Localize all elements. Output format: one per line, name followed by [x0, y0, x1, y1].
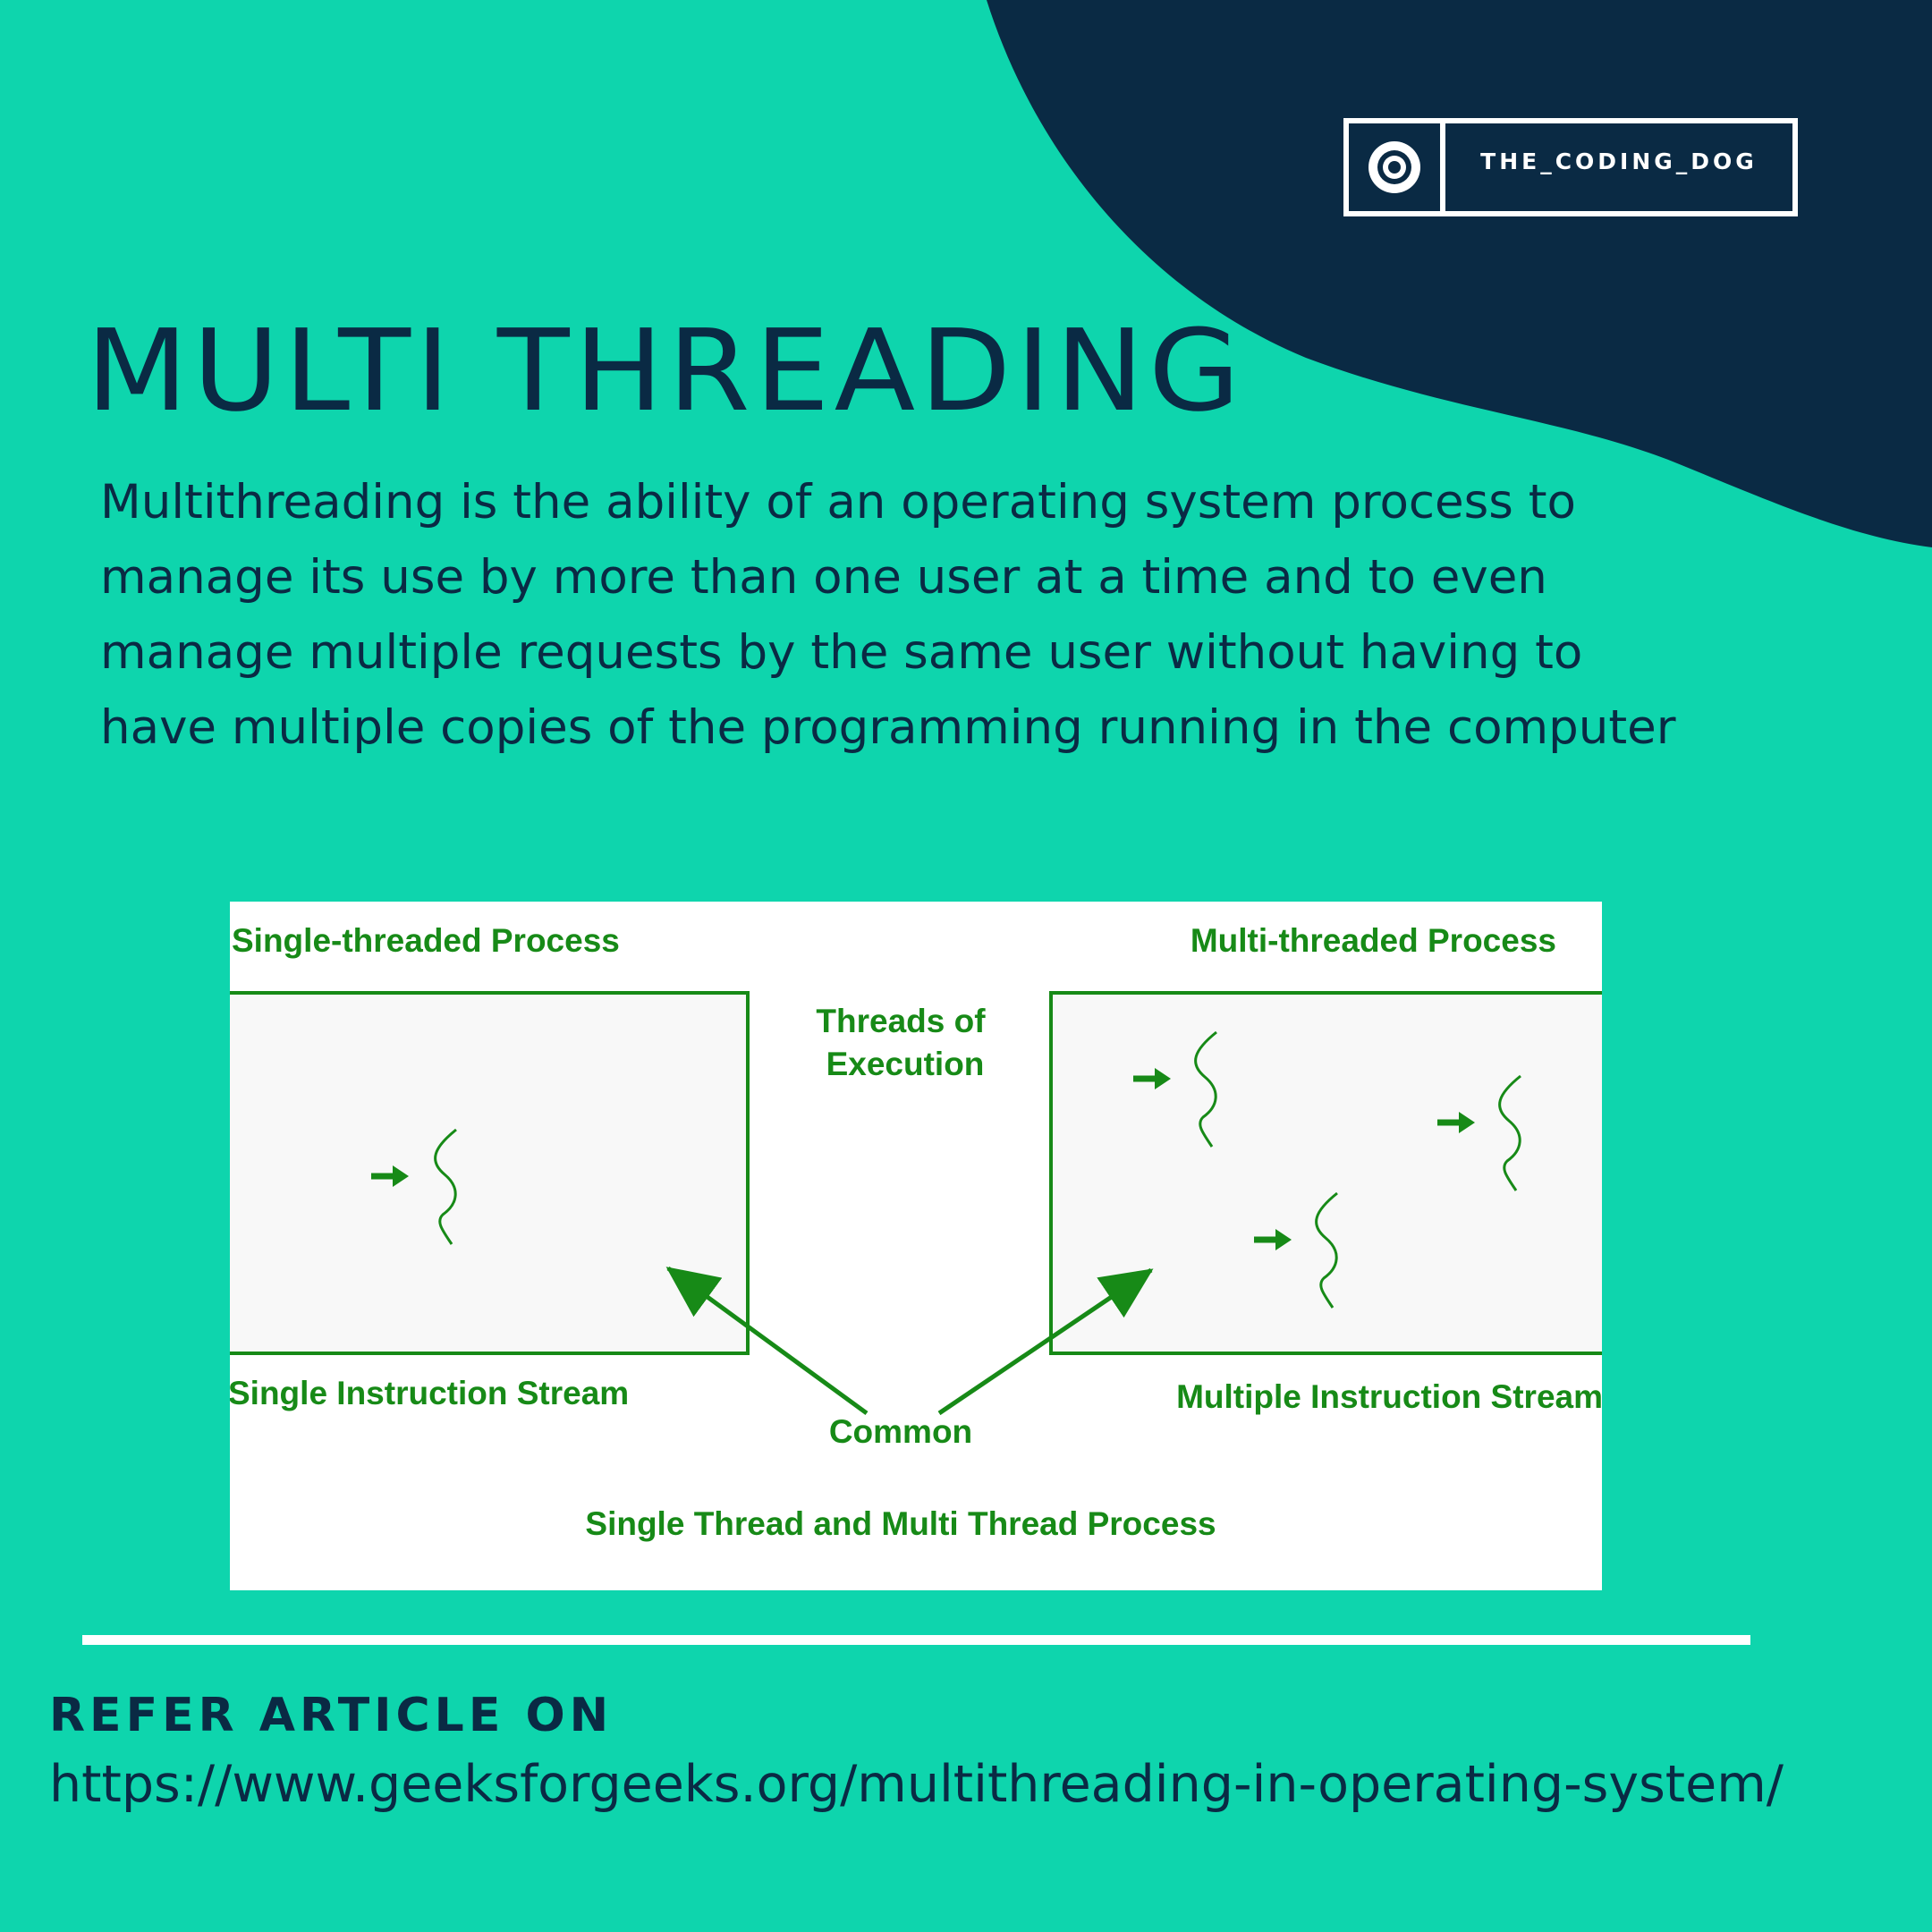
brand-icon-cell	[1349, 123, 1445, 211]
section-divider	[82, 1635, 1750, 1645]
diagram-caption: Single Thread and Multi Thread Process	[585, 1505, 1216, 1542]
threads-label: Threads of	[816, 1003, 986, 1039]
brand-name: THE_CODING_DOG	[1480, 148, 1758, 174]
single-stream-label: Single Instruction Stream	[230, 1375, 629, 1411]
brand-badge: THE_CODING_DOG	[1343, 118, 1798, 216]
single-process-label: Single-threaded Process	[232, 922, 620, 959]
page-title: MULTI THREADING	[86, 305, 1245, 436]
common-label: Common	[829, 1413, 972, 1450]
description-line: manage its use by more than one user at …	[100, 550, 1547, 605]
description-line: manage multiple requests by the same use…	[100, 625, 1583, 680]
refer-label: REFER ARTICLE ON	[49, 1689, 614, 1742]
description-line: have multiple copies of the programming …	[100, 700, 1676, 755]
multi-process-label: Multi-threaded Process	[1191, 922, 1556, 959]
refer-url[interactable]: https://www.geeksforgeeks.org/multithrea…	[49, 1755, 1784, 1814]
single-process-box	[230, 991, 750, 1355]
target-icon	[1368, 141, 1420, 193]
thread-diagram-svg: Single-threaded Process Multi-threaded P…	[230, 922, 1602, 1542]
execution-label: Execution	[826, 1046, 985, 1082]
multi-stream-label: Multiple Instruction Stream	[1176, 1378, 1602, 1415]
thread-diagram: Single-threaded Process Multi-threaded P…	[230, 902, 1602, 1590]
description: Multithreading is the ability of an oper…	[100, 465, 1889, 766]
description-line: Multithreading is the ability of an oper…	[100, 475, 1576, 530]
